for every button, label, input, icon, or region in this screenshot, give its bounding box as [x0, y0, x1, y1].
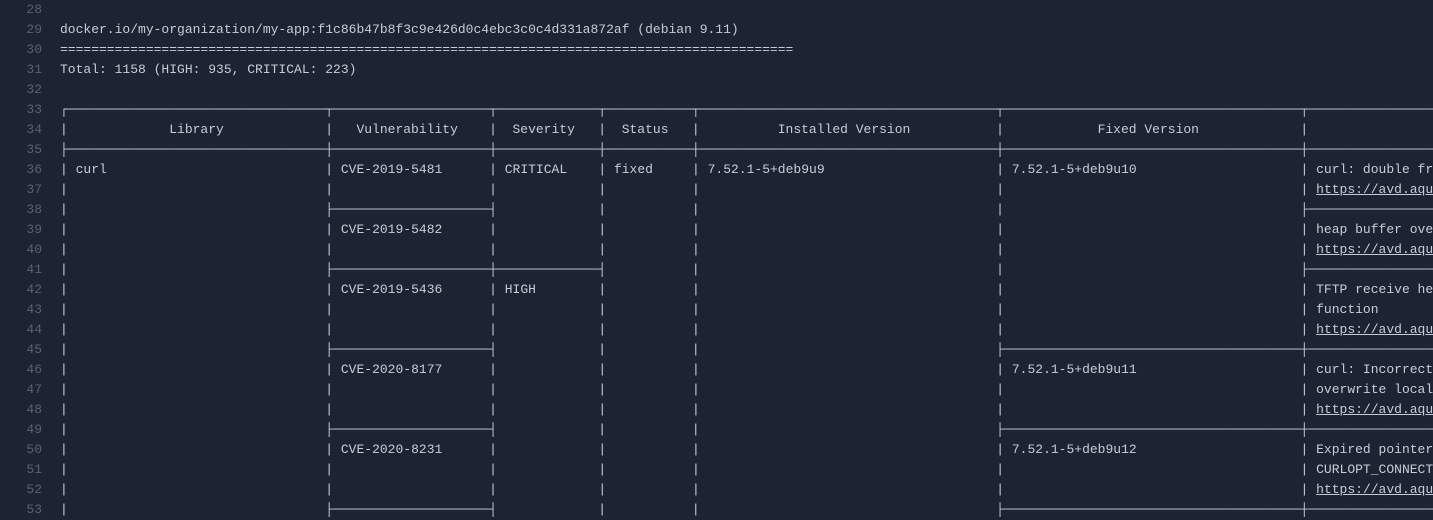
code-editor: 2829303132333435363738394041424344454647… [0, 0, 1433, 520]
code-line: | | CVE-2019-5482 | | | | | heap buffer … [60, 220, 1433, 240]
code-line: | | CVE-2020-8177 | | | | 7.52.1-5+deb9u… [60, 360, 1433, 380]
line-number: 31 [0, 60, 42, 80]
line-number: 40 [0, 240, 42, 260]
line-number: 28 [0, 0, 42, 20]
line-number-gutter: 2829303132333435363738394041424344454647… [0, 0, 60, 520]
code-content: docker.io/my-organization/my-app:f1c86b4… [60, 0, 1433, 520]
code-line: | curl | CVE-2019-5481 | CRITICAL | fixe… [60, 160, 1433, 180]
cve-link[interactable]: https://avd.aquasec.com/nvd/cve-2019-548… [1316, 182, 1433, 197]
code-line: ========================================… [60, 40, 1433, 60]
line-number: 52 [0, 480, 42, 500]
line-number: 30 [0, 40, 42, 60]
code-line [60, 0, 1433, 20]
code-line: | ├────────────────────┤ | | ├──────────… [60, 420, 1433, 440]
line-number: 48 [0, 400, 42, 420]
code-line: | | | | | | | https://avd.aquasec.com/nv… [60, 480, 1433, 500]
line-number: 41 [0, 260, 42, 280]
code-line: | ├────────────────────┤ | | | ├────────… [60, 200, 1433, 220]
code-line: ├─────────────────────────────────┼─────… [60, 140, 1433, 160]
code-line: | | | | | | | overwrite local files... [60, 380, 1433, 400]
line-number: 49 [0, 420, 42, 440]
code-line: | | CVE-2020-8231 | | | | 7.52.1-5+deb9u… [60, 440, 1433, 460]
cve-link[interactable]: https://avd.aquasec.com/nvd/cve-2020-817… [1316, 402, 1433, 417]
line-number: 38 [0, 200, 42, 220]
line-number: 47 [0, 380, 42, 400]
line-number: 39 [0, 220, 42, 240]
line-number: 37 [0, 180, 42, 200]
code-line: | | | | | | | https://avd.aquasec.com/nv… [60, 180, 1433, 200]
line-number: 42 [0, 280, 42, 300]
line-number: 50 [0, 440, 42, 460]
line-number: 34 [0, 120, 42, 140]
cve-link[interactable]: https://avd.aquasec.com/nvd/cve-2019-548… [1316, 242, 1433, 257]
code-line: | ├────────────────────┤ | | ├──────────… [60, 500, 1433, 520]
cve-link[interactable]: https://avd.aquasec.com/nvd/cve-2020-823… [1316, 482, 1433, 497]
code-line: | ├────────────────────┼─────────────┤ |… [60, 260, 1433, 280]
line-number: 43 [0, 300, 42, 320]
line-number: 29 [0, 20, 42, 40]
code-line: | | | | | | | CURLOPT_CONNECT_ONLY optio… [60, 460, 1433, 480]
line-number: 45 [0, 340, 42, 360]
line-number: 36 [0, 160, 42, 180]
line-number: 35 [0, 140, 42, 160]
code-line: | | | | | | | https://avd.aquasec.com/nv… [60, 320, 1433, 340]
code-line: | | | | | | | function [60, 300, 1433, 320]
line-number: 46 [0, 360, 42, 380]
code-line [60, 80, 1433, 100]
code-line: docker.io/my-organization/my-app:f1c86b4… [60, 20, 1433, 40]
code-line: | Library | Vulnerability | Severity | S… [60, 120, 1433, 140]
line-number: 51 [0, 460, 42, 480]
code-line: | | | | | | | https://avd.aquasec.com/nv… [60, 400, 1433, 420]
line-number: 32 [0, 80, 42, 100]
code-line: | ├────────────────────┤ | | ├──────────… [60, 340, 1433, 360]
line-number: 44 [0, 320, 42, 340]
code-line: | | | | | | | https://avd.aquasec.com/nv… [60, 240, 1433, 260]
code-line: ┌─────────────────────────────────┬─────… [60, 100, 1433, 120]
cve-link[interactable]: https://avd.aquasec.com/nvd/cve-2019-543… [1316, 322, 1433, 337]
code-line: Total: 1158 (HIGH: 935, CRITICAL: 223) [60, 60, 1433, 80]
line-number: 33 [0, 100, 42, 120]
code-line: | | CVE-2019-5436 | HIGH | | | | TFTP re… [60, 280, 1433, 300]
line-number: 53 [0, 500, 42, 520]
